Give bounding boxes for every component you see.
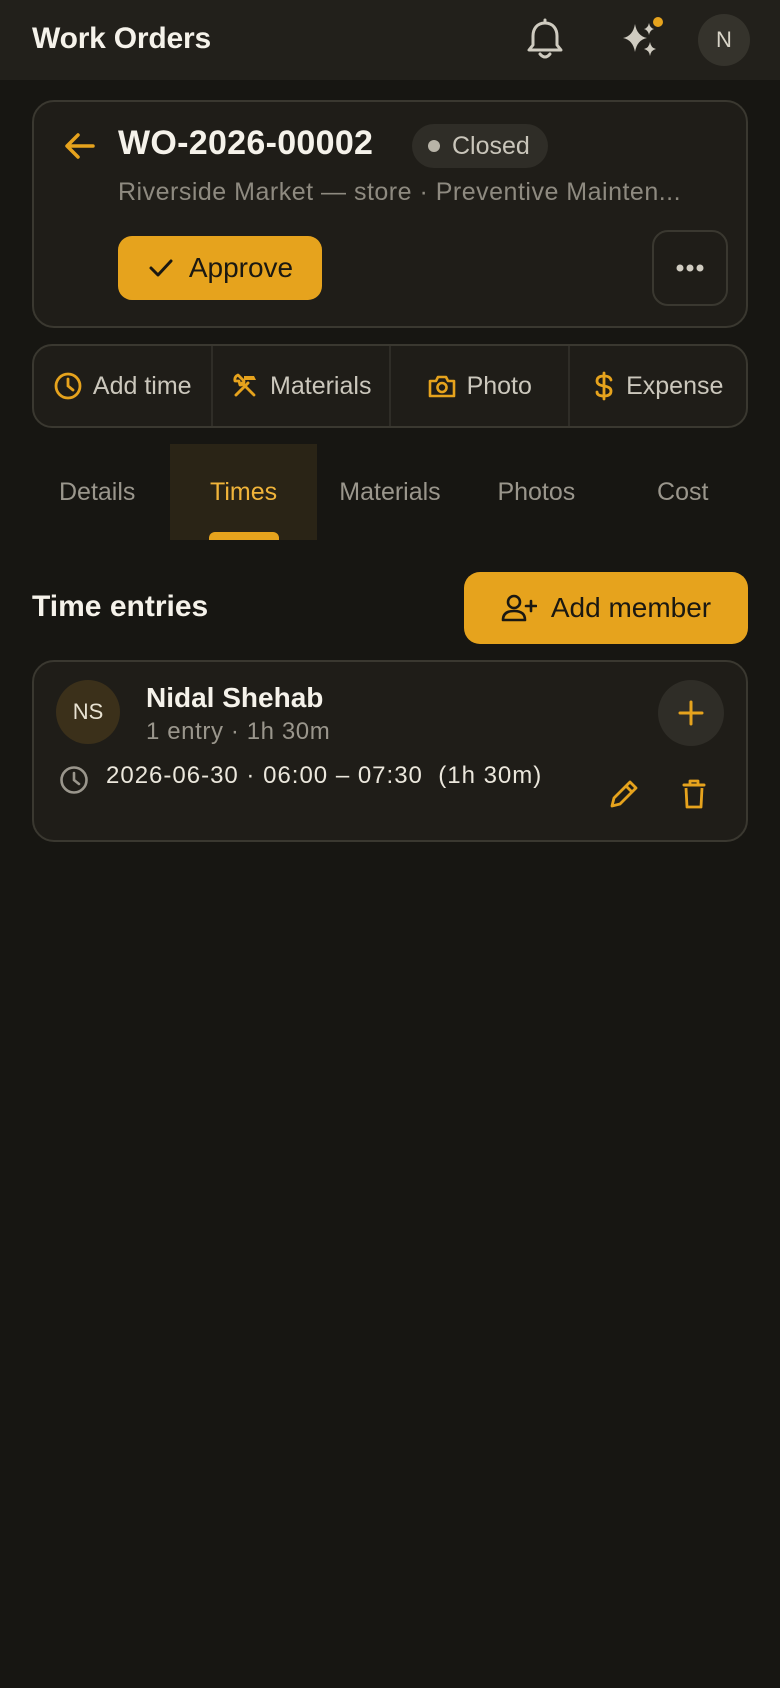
add-member-label: Add member <box>550 592 712 623</box>
quick-actions-bar: Add time Materials Photo Expense <box>32 344 748 428</box>
work-order-number: WO-2026-00002 <box>118 124 374 162</box>
more-dots-icon <box>676 264 704 272</box>
add-time-button[interactable]: Add time <box>34 346 213 426</box>
status-label: Closed <box>452 131 530 160</box>
edit-pencil-icon[interactable] <box>606 776 642 812</box>
tab-times-label: Times <box>210 477 278 506</box>
active-tab-indicator <box>209 532 280 540</box>
ai-sparkle-icon[interactable] <box>618 16 666 62</box>
app-title: Work Orders <box>32 22 211 55</box>
status-dot-icon <box>428 140 440 152</box>
work-order-subtitle: Riverside Market — store · Preventive Ma… <box>118 178 682 206</box>
member-summary: 1 entry · 1h 30m <box>146 718 331 745</box>
user-avatar[interactable]: N <box>698 14 750 66</box>
entry-clock-icon <box>58 764 90 796</box>
tab-times[interactable]: Times <box>170 444 317 540</box>
app-bar: Work Orders N <box>0 0 780 80</box>
approve-label: Approve <box>188 252 294 283</box>
check-icon <box>149 259 173 277</box>
member-name: Nidal Shehab <box>146 682 324 713</box>
time-entry-text: 2026-06-30 · 06:00 – 07:30 (1h 30m) <box>106 762 543 789</box>
work-order-header-card: WO-2026-00002 Closed Riverside Market — … <box>32 100 748 328</box>
tab-cost[interactable]: Cost <box>610 444 756 540</box>
plus-icon <box>678 700 704 726</box>
dollar-icon <box>595 371 613 401</box>
tools-icon <box>233 373 257 397</box>
camera-icon <box>428 375 455 398</box>
expense-action-button[interactable]: Expense <box>570 346 747 426</box>
status-badge: Closed <box>412 124 548 168</box>
tab-materials[interactable]: Materials <box>317 444 463 540</box>
tab-photos[interactable]: Photos <box>463 444 609 540</box>
clock-icon <box>54 372 82 400</box>
add-member-button[interactable]: Add member <box>464 572 748 644</box>
delete-trash-icon[interactable] <box>676 776 712 812</box>
member-time-card: NS Nidal Shehab 1 entry · 1h 30m 2026-06… <box>32 660 748 842</box>
add-entry-button[interactable] <box>658 680 724 746</box>
approve-button[interactable]: Approve <box>118 236 322 300</box>
more-options-button[interactable] <box>652 230 728 306</box>
add-time-label: Add time <box>92 371 192 400</box>
member-avatar: NS <box>56 680 120 744</box>
back-arrow-icon[interactable] <box>62 128 98 164</box>
photo-action-label: Photo <box>466 371 532 400</box>
add-user-icon <box>501 594 537 622</box>
notifications-bell-icon[interactable] <box>524 18 566 62</box>
tab-details[interactable]: Details <box>24 444 170 540</box>
section-title: Time entries <box>32 590 209 623</box>
tab-bar: Details Times Materials Photos Cost <box>24 444 756 540</box>
materials-action-label: Materials <box>270 371 372 400</box>
expense-action-label: Expense <box>626 371 724 400</box>
photo-action-button[interactable]: Photo <box>391 346 570 426</box>
materials-action-button[interactable]: Materials <box>213 346 391 426</box>
